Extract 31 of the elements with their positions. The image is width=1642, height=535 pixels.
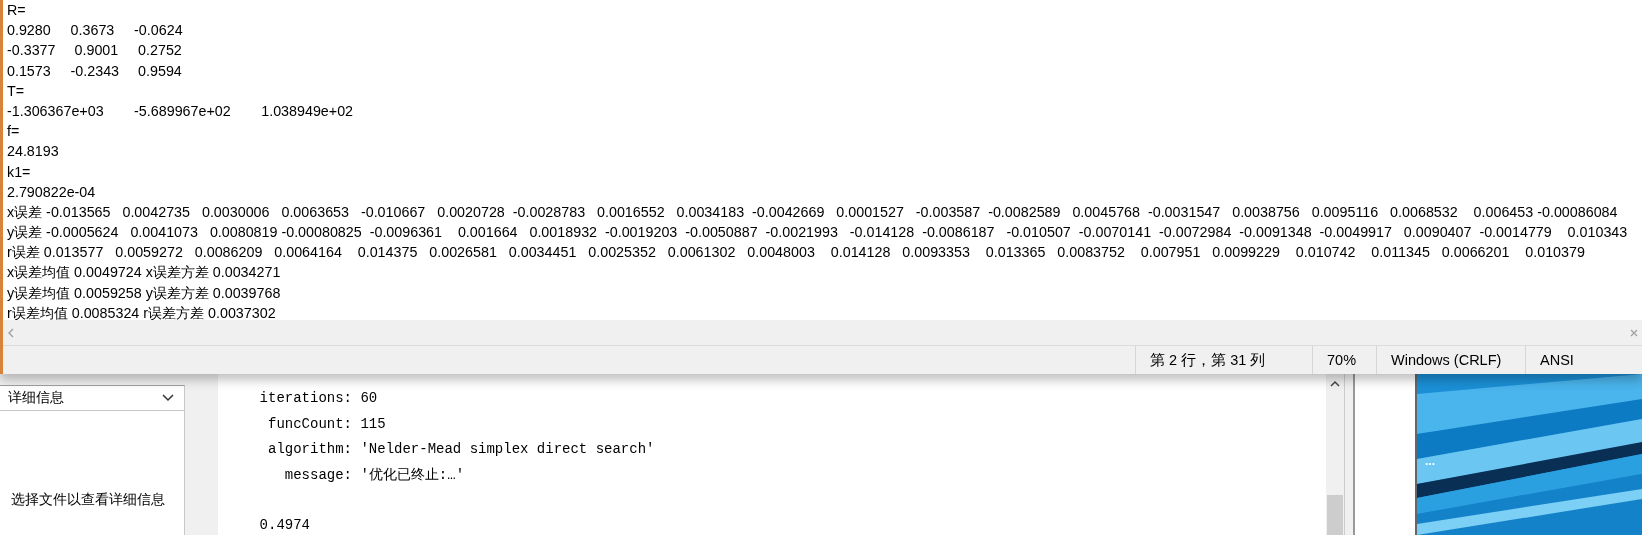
text-line: y误差 -0.0005624 0.0041073 0.0080819 -0.00080825 -0.0096361 0.001664 0.0018932 -0.0019203 -0.0050887 -0.0021993 -0.014128 -0.0086187 -0.010507 -0.0070141 -0.0072984 -0.0091348 -0.0049917 0.0090407 -0.0014779 0.010343 [7,223,1629,243]
text-line: -0.3377 0.9001 0.2752 [7,41,183,61]
text-line: x误差均值 0.0049724 x误差方差 0.0034271 [7,263,282,283]
horizontal-scrollbar[interactable] [3,320,1642,346]
output-line: iterations: 60 [258,389,379,408]
close-icon[interactable] [1630,327,1638,338]
chevron-up-icon[interactable] [1330,380,1340,388]
text-line: 0.1573 -0.2343 0.9594 [7,61,183,81]
text-line: T= [7,81,26,101]
text-line: k1= [7,162,32,182]
details-dropdown[interactable]: 详细信息 [0,386,184,411]
text-line: r误差均值 0.0085324 r误差方差 0.0037302 [7,303,277,320]
text-line: x误差 -0.013565 0.0042735 0.0030006 0.0063653 -0.010667 0.0020728 -0.0028783 0.0016552 0.0034183 -0.0042669 0.0001527 -0.003587 -0.0082589 0.0045768 -0.0031547 0.0038756 0.0095116 0.0068532 0.006453 -0.00086084 [7,202,1619,222]
output-line: algorithm: 'Nelder-Mead simplex direct search' [267,440,656,459]
text-line: R= [7,1,27,20]
output-line: 0.4974 [258,516,311,535]
chevron-left-icon[interactable] [7,327,15,338]
text-line: y误差均值 0.0059258 y误差方差 0.0039768 [7,283,282,303]
text-line: f= [7,122,21,142]
text-line: 2.790822e-04 [7,182,97,202]
output-line: funcCount: 115 [267,414,387,434]
text-line: r误差 0.013577 0.0059272 0.0086209 0.0064164 0.014375 0.0026581 0.0034451 0.0025352 0.0061302 0.0048003 0.014128 0.0093353 0.013365 0.0083752 0.007951 0.0099229 0.010742 0.011345 0.0066201 0.010379 [7,243,1586,263]
details-message: 选择文件以查看详细信息 [10,491,166,509]
ellipsis-label: ... [1425,454,1435,468]
chevron-down-icon [162,394,174,402]
text-line: 24.8193 [7,142,60,162]
scrollbar-thumb[interactable] [1327,495,1343,535]
text-line: 0.9280 0.3673 -0.0624 [7,21,184,41]
output-line: message: '优化已终止:…' [283,465,466,485]
vertical-scrollbar[interactable] [1326,374,1345,535]
text-line: -1.306367e+03 -5.689967e+02 1.038949e+02 [7,101,355,121]
